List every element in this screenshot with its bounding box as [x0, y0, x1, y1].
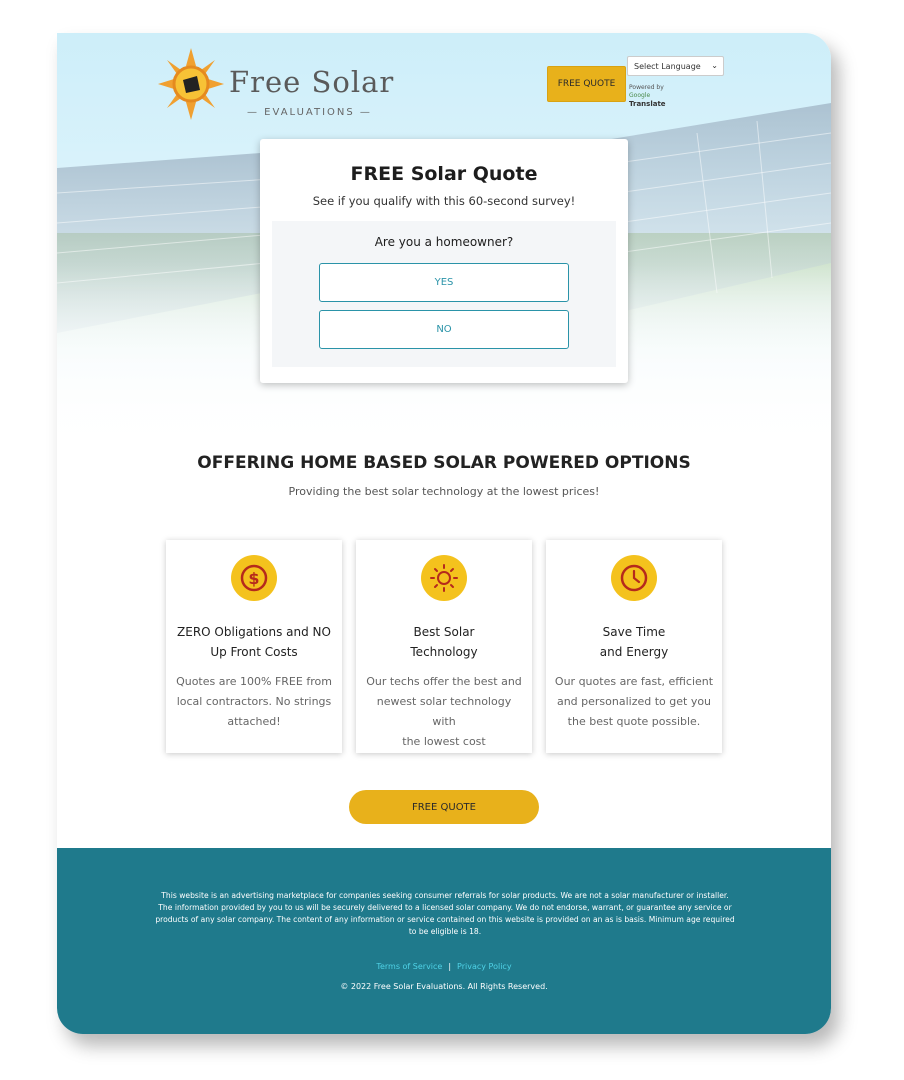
offering-title: OFFERING HOME BASED SOLAR POWERED OPTION…: [197, 453, 691, 473]
google-translate-credit: Powered by Google Translate: [629, 84, 666, 108]
link-separator: |: [448, 962, 452, 971]
footer: This website is an advertising marketpla…: [57, 848, 831, 1034]
copyright: © 2022 Free Solar Evaluations. All Right…: [340, 982, 548, 991]
header-free-quote-button[interactable]: FREE QUOTE: [547, 66, 626, 102]
feature-title: ZERO Obligations and NO Up Front Costs: [177, 625, 331, 659]
yes-button[interactable]: YES: [319, 263, 569, 302]
svg-text:$: $: [248, 569, 259, 588]
feature-card-zero-obligations: $ ZERO Obligations and NO Up Front Costs…: [166, 540, 342, 753]
page-frame: Free Solar — EVALUATIONS — FREE QUOTE Se…: [57, 33, 831, 1034]
brand-logo[interactable]: Free Solar — EVALUATIONS —: [157, 45, 397, 125]
language-select[interactable]: Select Language ⌄: [627, 56, 724, 76]
chevron-down-icon: ⌄: [711, 61, 718, 70]
footer-disclaimer: This website is an advertising marketpla…: [155, 891, 735, 936]
hero-section: Free Solar — EVALUATIONS — FREE QUOTE Se…: [57, 33, 831, 453]
feature-card-best-technology: Best Solar Technology Our techs offer th…: [356, 540, 532, 753]
powered-by-label: Powered by: [629, 84, 664, 91]
feature-text: Our quotes are fast, efficient and perso…: [554, 675, 714, 728]
footer-links: Terms of Service | Privacy Policy: [57, 962, 831, 971]
dollar-icon: $: [231, 555, 277, 601]
no-button[interactable]: NO: [319, 310, 569, 349]
clock-icon: [611, 555, 657, 601]
free-quote-button[interactable]: FREE QUOTE: [349, 790, 539, 824]
survey-panel: Are you a homeowner? YES NO: [272, 221, 616, 367]
translate-link[interactable]: Translate: [629, 100, 666, 108]
quote-card-title: FREE Solar Quote: [350, 163, 538, 185]
feature-title: Best Solar Technology: [410, 625, 478, 659]
feature-text: Quotes are 100% FREE from local contract…: [176, 675, 332, 728]
sun-logo-icon: [158, 48, 224, 120]
terms-of-service-link[interactable]: Terms of Service: [376, 962, 442, 971]
feature-title: Save Time and Energy: [599, 625, 669, 659]
google-label: Google: [629, 92, 651, 99]
survey-question: Are you a homeowner?: [374, 235, 514, 249]
quote-card: FREE Solar Quote See if you qualify with…: [260, 139, 628, 383]
sun-icon: [421, 555, 467, 601]
language-select-value: Select Language: [634, 61, 701, 71]
privacy-policy-link[interactable]: Privacy Policy: [457, 962, 512, 971]
logo-title: Free Solar: [229, 65, 395, 99]
quote-card-subtitle: See if you qualify with this 60-second s…: [312, 194, 576, 208]
feature-text: Our techs offer the best and newest sola…: [366, 675, 522, 748]
logo-subtitle: — EVALUATIONS —: [247, 107, 372, 118]
feature-card-save-time: Save Time and Energy Our quotes are fast…: [546, 540, 722, 753]
offering-subtitle: Providing the best solar technology at t…: [288, 485, 600, 498]
